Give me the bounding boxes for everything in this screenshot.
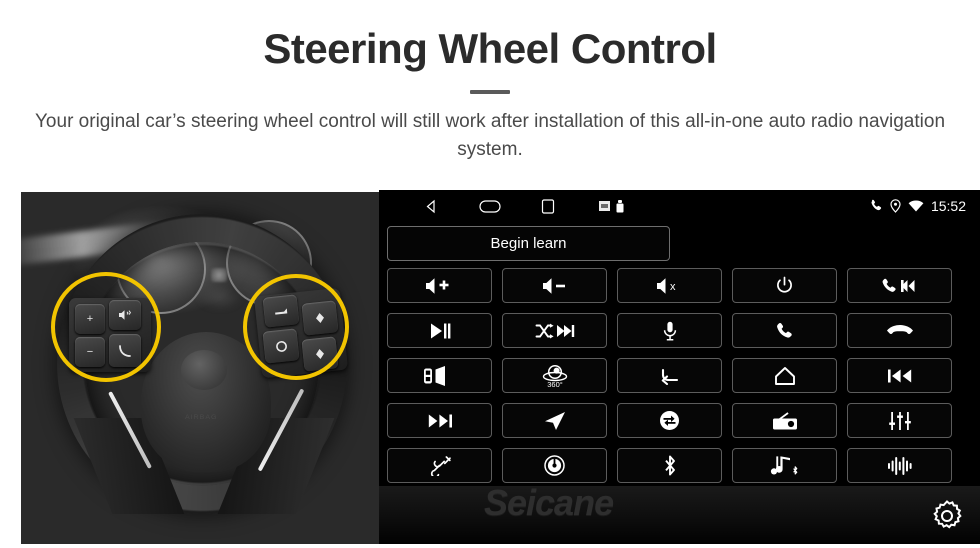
next-track-icon (427, 413, 453, 429)
call-previous-button[interactable] (847, 268, 952, 303)
svg-text:360°: 360° (547, 380, 563, 389)
source-switch-button[interactable] (617, 403, 722, 438)
next-track-button[interactable] (387, 403, 492, 438)
page-subtitle: Your original car’s steering wheel contr… (35, 111, 946, 160)
navigation-button[interactable] (502, 403, 607, 438)
parking-sensor-button[interactable] (387, 358, 492, 393)
steering-wheel-photo: AIRBAG + − (21, 192, 379, 546)
sound-wave-icon (887, 456, 913, 476)
home-icon[interactable] (479, 199, 501, 213)
content-panel: AIRBAG + − 15:52 Begin learn x 360° Seic… (0, 190, 980, 548)
swc-function-grid: x 360° (387, 268, 972, 483)
wheel-horn-pad (181, 350, 227, 390)
answer-call-button[interactable] (732, 313, 837, 348)
header: Steering Wheel Control Your original car… (0, 0, 980, 163)
back-icon[interactable] (424, 199, 439, 214)
right-controls-highlight (243, 274, 349, 380)
bluetooth-button[interactable] (617, 448, 722, 483)
page-root: Steering Wheel Control Your original car… (0, 0, 980, 548)
back-arrow-icon (659, 367, 681, 385)
bluetooth-music-button[interactable] (732, 448, 837, 483)
home-button[interactable] (732, 358, 837, 393)
mute-button[interactable]: x (617, 268, 722, 303)
equalizer-button[interactable] (847, 403, 952, 438)
navigation-bar (424, 198, 555, 214)
system-status-icons (599, 199, 624, 213)
aux-plug-button[interactable] (387, 448, 492, 483)
aux-plug-icon (428, 455, 452, 476)
phone-icon (775, 321, 794, 340)
begin-learn-button[interactable]: Begin learn (387, 226, 670, 261)
disc-button[interactable] (502, 448, 607, 483)
status-bar-right: 15:52 (869, 190, 966, 222)
disc-icon (544, 455, 565, 476)
camera-360-button[interactable]: 360° (502, 358, 607, 393)
left-controls-highlight (51, 272, 161, 382)
volume-mute-icon: x (655, 277, 685, 295)
source-switch-icon (659, 410, 680, 431)
watermark-band (379, 486, 980, 548)
call-previous-icon (881, 277, 919, 295)
shuffle-next-button[interactable] (502, 313, 607, 348)
airbag-label: AIRBAG (185, 414, 218, 421)
volume-down-button[interactable] (502, 268, 607, 303)
parking-sensor-icon (423, 365, 457, 386)
shuffle-next-icon (535, 322, 575, 340)
learn-row: Begin learn (379, 222, 980, 261)
svg-text:x: x (670, 281, 676, 293)
equalizer-icon (888, 411, 911, 431)
home-house-icon (774, 366, 796, 386)
volume-up-icon (425, 277, 455, 295)
location-icon (890, 199, 901, 213)
status-bar: 15:52 (379, 190, 980, 222)
settings-button[interactable] (930, 499, 964, 538)
back-button[interactable] (617, 358, 722, 393)
previous-track-button[interactable] (847, 358, 952, 393)
gear-icon (930, 499, 964, 533)
play-pause-button[interactable] (387, 313, 492, 348)
sd-card-icon (599, 201, 610, 211)
microphone-icon (663, 321, 677, 341)
power-icon (775, 276, 794, 295)
page-title: Steering Wheel Control (263, 25, 717, 72)
usb-icon (616, 199, 624, 213)
volume-up-button[interactable] (387, 268, 492, 303)
wifi-icon (908, 200, 924, 212)
play-pause-icon (429, 322, 451, 340)
head-unit-screen: 15:52 Begin learn x 360° Seicane (379, 190, 980, 548)
previous-track-icon (887, 368, 913, 384)
camera-360-icon: 360° (538, 363, 572, 389)
recents-icon[interactable] (541, 198, 555, 214)
seicane-watermark: Seicane (484, 482, 614, 523)
sound-wave-button[interactable] (847, 448, 952, 483)
microphone-button[interactable] (617, 313, 722, 348)
status-bar-time: 15:52 (930, 198, 966, 214)
bluetooth-music-icon (770, 455, 800, 476)
power-button[interactable] (732, 268, 837, 303)
bluetooth-icon (662, 455, 678, 476)
radio-button[interactable] (732, 403, 837, 438)
volume-down-icon (541, 277, 569, 295)
hangup-icon (886, 324, 914, 338)
bottom-strip (0, 544, 980, 548)
navigation-icon (544, 411, 566, 431)
radio-icon (772, 411, 798, 431)
title-divider (470, 90, 510, 95)
hangup-button[interactable] (847, 313, 952, 348)
phone-icon (869, 199, 883, 213)
